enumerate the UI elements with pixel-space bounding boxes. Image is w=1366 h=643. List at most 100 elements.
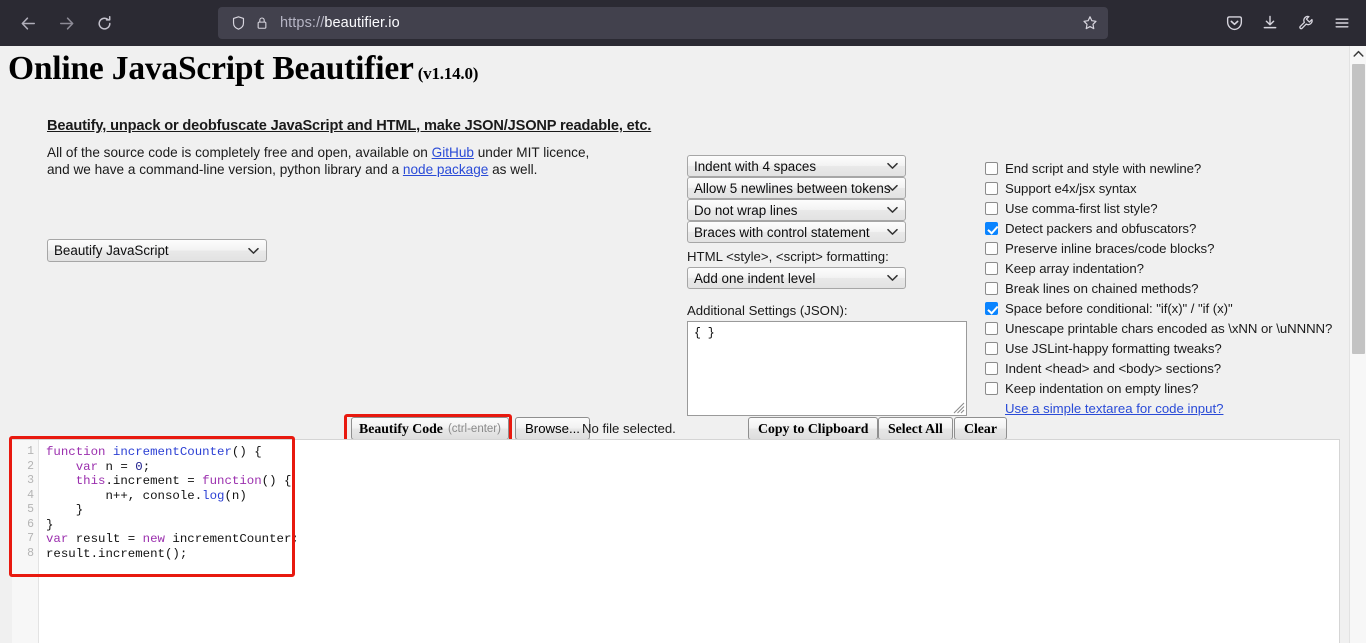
checkbox-row[interactable]: Detect packers and obfuscators? (985, 218, 1355, 238)
checkbox-row[interactable]: Keep indentation on empty lines? (985, 378, 1355, 398)
page-scrollbar[interactable] (1349, 46, 1366, 643)
reload-icon (97, 15, 111, 30)
node-package-link[interactable]: node package (403, 162, 488, 177)
url-host: beautifier.io (324, 15, 400, 31)
checkbox-row[interactable]: Break lines on chained methods? (985, 278, 1355, 298)
checkbox-row[interactable]: Use JSLint-happy formatting tweaks? (985, 338, 1355, 358)
toolbar-right-actions (1218, 7, 1358, 39)
intro-line2-a: and we have a command-line version, pyth… (47, 162, 403, 177)
url-text: https://beautifier.io (280, 15, 400, 31)
code-token: var (75, 459, 99, 474)
forward-button[interactable] (50, 7, 82, 39)
tracking-protection-shield-icon[interactable] (226, 11, 250, 35)
line-number: 4 (27, 488, 34, 502)
code-token: log (202, 488, 225, 503)
checkbox-row[interactable]: Preserve inline braces/code blocks? (985, 238, 1355, 258)
browse-file-button[interactable]: Browse... (515, 417, 590, 440)
checkbox-row[interactable]: End script and style with newline? (985, 158, 1355, 178)
page-content: Online JavaScript Beautifier (v1.14.0) Be… (0, 46, 1366, 643)
checkbox-0[interactable] (985, 161, 998, 175)
code-line: var result = new incrementCounter; (46, 532, 299, 547)
code-token: var (46, 532, 69, 546)
intro-line1-a: All of the source code is completely fre… (47, 145, 432, 160)
code-line: n++, console.log(n) (46, 489, 299, 504)
browser-tools-wrench-icon[interactable] (1290, 7, 1322, 39)
checkbox-9[interactable] (985, 341, 998, 355)
newlines-select-value: Allow 5 newlines between tokens (694, 180, 891, 196)
code-line: } (46, 518, 299, 533)
scrollbar-thumb[interactable] (1352, 64, 1365, 354)
additional-settings-textarea[interactable]: { } (687, 321, 967, 416)
checkbox-11[interactable] (985, 381, 998, 395)
code-line: this.increment = function() { (46, 474, 299, 489)
checkbox-row[interactable]: Support e4x/jsx syntax (985, 178, 1355, 198)
code-token: this (75, 474, 106, 488)
checkbox-3[interactable] (985, 221, 998, 235)
html-formatting-label: HTML <style>, <script> formatting: (687, 249, 889, 264)
checkbox-5[interactable] (985, 261, 998, 275)
page-version: (v1.14.0) (417, 64, 479, 83)
checkbox-label: Preserve inline braces/code blocks? (1005, 240, 1215, 256)
wrap-lines-select[interactable]: Do not wrap lines (687, 199, 906, 221)
select-all-button[interactable]: Select All (878, 417, 953, 440)
simple-textarea-link-row[interactable]: Use a simple textarea for code input? (985, 398, 1355, 418)
newlines-select[interactable]: Allow 5 newlines between tokens (687, 177, 906, 199)
checkbox-2[interactable] (985, 201, 998, 215)
checkbox-row[interactable]: Indent <head> and <body> sections? (985, 358, 1355, 378)
application-menu-icon[interactable] (1326, 7, 1358, 39)
checkbox-label: Use JSLint-happy formatting tweaks? (1005, 340, 1222, 356)
reload-button[interactable] (88, 7, 120, 39)
checkbox-8[interactable] (985, 321, 998, 335)
code-line: var n = 0; (46, 460, 299, 475)
page-title-text: Online JavaScript Beautifier (8, 50, 414, 87)
line-number: 3 (27, 474, 34, 487)
code-editor[interactable]: 12345678 function incrementCounter() { v… (12, 439, 1340, 643)
clear-button[interactable]: Clear (954, 417, 1007, 440)
chevron-down-icon (887, 274, 898, 281)
intro-headline: Beautify, unpack or deobfuscate JavaScri… (47, 118, 652, 134)
code-token: } (46, 517, 54, 532)
no-file-selected-text: No file selected. (582, 421, 676, 436)
checkbox-row[interactable]: Use comma-first list style? (985, 198, 1355, 218)
code-token: n = (98, 459, 136, 474)
checkbox-label: Indent <head> and <body> sections? (1005, 360, 1222, 376)
bookmark-star-icon[interactable] (1078, 11, 1102, 35)
line-number: 1 (27, 445, 34, 458)
checkbox-row[interactable]: Space before conditional: "if(x)" / "if … (985, 298, 1355, 318)
back-arrow-icon (21, 16, 35, 30)
checkbox-4[interactable] (985, 241, 998, 255)
checkbox-6[interactable] (985, 281, 998, 295)
indent-select[interactable]: Indent with 4 spaces (687, 155, 906, 177)
html-formatting-select-value: Add one indent level (694, 270, 816, 286)
chevron-down-icon (887, 206, 898, 213)
code-token: result = (68, 532, 143, 546)
github-link[interactable]: GitHub (432, 145, 474, 160)
chevron-down-icon (887, 184, 898, 191)
scroll-up-arrow-icon[interactable] (1350, 46, 1366, 62)
mode-select[interactable]: Beautify JavaScript (47, 239, 267, 262)
url-bar[interactable]: https://beautifier.io (218, 7, 1108, 39)
editor-code-content[interactable]: function incrementCounter() { var n = 0;… (46, 445, 299, 561)
code-token: } (46, 503, 84, 517)
code-token: .increment = (105, 474, 203, 488)
checkbox-label: Space before conditional: "if(x)" / "if … (1005, 300, 1233, 316)
save-to-pocket-icon[interactable] (1218, 7, 1250, 39)
checkbox-7[interactable] (985, 301, 998, 315)
resize-grip-icon[interactable] (951, 400, 965, 414)
checkbox-label: Keep array indentation? (1005, 260, 1144, 276)
html-formatting-select[interactable]: Add one indent level (687, 267, 906, 289)
copy-to-clipboard-button[interactable]: Copy to Clipboard (748, 417, 879, 440)
checkbox-row[interactable]: Unescape printable chars encoded as \xNN… (985, 318, 1355, 338)
beautify-code-hint: (ctrl-enter) (447, 422, 501, 435)
additional-settings-value: { } (694, 327, 715, 340)
beautify-code-button[interactable]: Beautify Code (ctrl-enter) (351, 417, 509, 440)
back-button[interactable] (12, 7, 44, 39)
connection-lock-icon[interactable] (250, 11, 274, 35)
simple-textarea-link[interactable]: Use a simple textarea for code input? (1005, 401, 1223, 416)
checkbox-10[interactable] (985, 361, 998, 375)
checkbox-row[interactable]: Keep array indentation? (985, 258, 1355, 278)
braces-select[interactable]: Braces with control statement (687, 221, 906, 243)
checkbox-1[interactable] (985, 181, 998, 195)
downloads-icon[interactable] (1254, 7, 1286, 39)
